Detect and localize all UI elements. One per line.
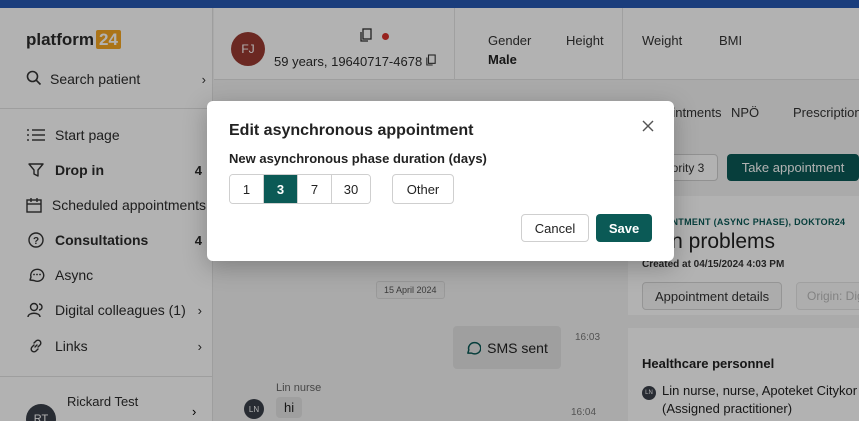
- duration-label: New asynchronous phase duration (days): [229, 151, 487, 166]
- edit-async-modal: Edit asynchronous appointment New asynch…: [207, 101, 674, 261]
- close-icon[interactable]: [639, 117, 657, 135]
- duration-segmented-control: 1 3 7 30: [229, 174, 371, 204]
- modal-title: Edit asynchronous appointment: [229, 122, 474, 139]
- cancel-button[interactable]: Cancel: [521, 214, 589, 242]
- save-button[interactable]: Save: [596, 214, 652, 242]
- duration-option-30[interactable]: 30: [332, 175, 370, 203]
- duration-option-3[interactable]: 3: [264, 175, 298, 203]
- duration-option-1[interactable]: 1: [230, 175, 264, 203]
- duration-option-7[interactable]: 7: [298, 175, 332, 203]
- other-duration-button[interactable]: Other: [392, 174, 454, 204]
